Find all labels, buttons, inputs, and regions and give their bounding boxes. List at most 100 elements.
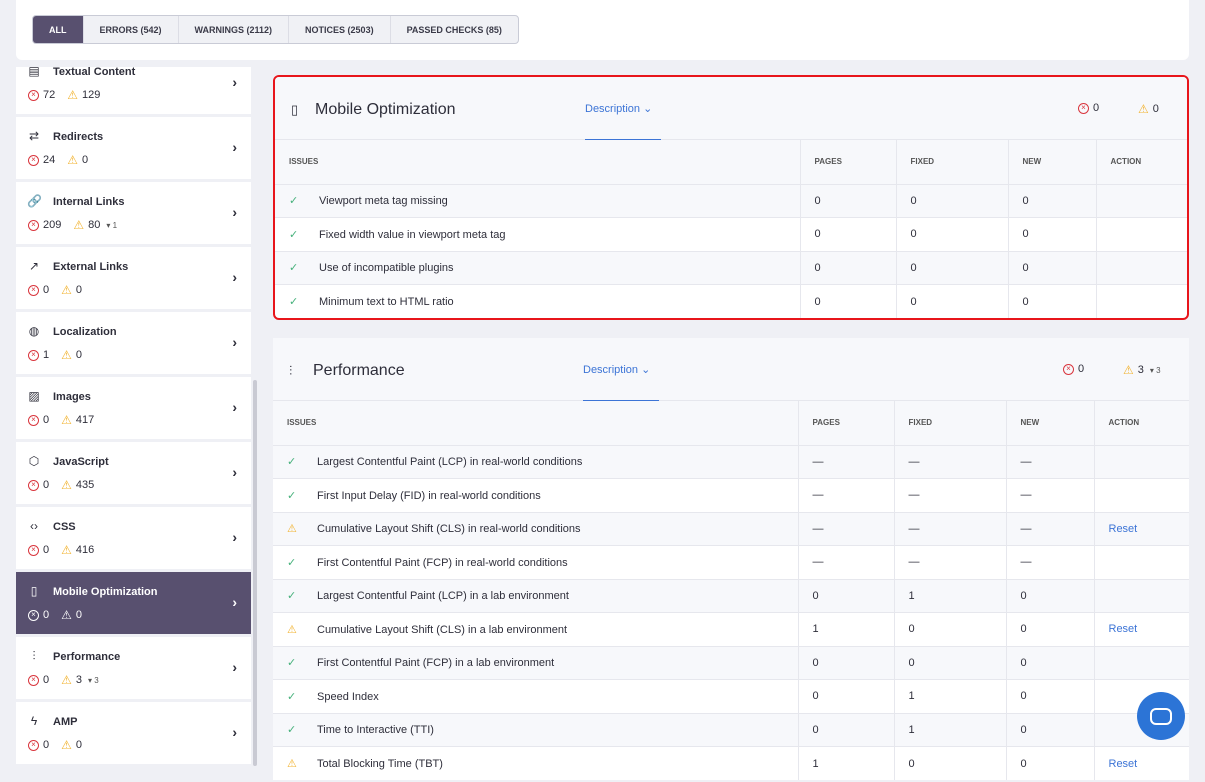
issue-name[interactable]: Speed Index [317,691,379,703]
chevron-right-icon: › [232,139,237,155]
check-circle-icon: ✓ [289,195,299,208]
issue-name[interactable]: First Contentful Paint (FCP) in real-wor… [317,557,568,569]
chevron-right-icon: › [232,334,237,350]
pages-cell: 1 [798,612,895,646]
check-circle-icon: ✓ [287,456,297,469]
reset-button[interactable]: Reset [1109,523,1138,535]
globe-icon: ◍ [28,324,40,338]
chevron-right-icon: › [232,464,237,480]
issue-name[interactable]: Minimum text to HTML ratio [319,296,454,308]
sidebar-item[interactable]: ◍ Localization × 1 ⚠ 0 › [16,312,251,374]
issue-name[interactable]: Largest Contentful Paint (LCP) in real-w… [317,456,582,468]
issue-name[interactable]: Viewport meta tag missing [319,195,448,207]
issue-name[interactable]: Use of incompatible plugins [319,262,454,274]
check-circle-icon: ✓ [287,556,297,569]
description-toggle[interactable]: Description ⌄ [583,363,650,376]
sidebar-item[interactable]: ϟ AMP × 0 ⚠ 0 › [16,702,251,764]
sidebar-item[interactable]: ⬡ JavaScript × 0 ⚠ 435 › [16,442,251,504]
description-label: Description [583,364,639,376]
new-cell: — [1006,511,1095,546]
chevron-right-icon: › [232,659,237,675]
warning-icon: ⚠ [287,623,297,636]
issue-name[interactable]: Total Blocking Time (TBT) [317,758,443,770]
column-header: FIXED [896,140,1009,184]
sidebar-item-label: Textual Content [53,67,136,78]
reset-button[interactable]: Reset [1109,758,1138,770]
delta-badge: ▾ 3 [1149,365,1161,375]
pages-cell: 0 [800,284,897,318]
column-header: NEW [1006,401,1095,445]
filter-tab[interactable]: WARNINGS (2112) [177,16,289,43]
check-circle-icon: ✓ [287,690,297,703]
new-cell: — [1006,545,1095,579]
filter-tab[interactable]: ALL [33,16,83,43]
fixed-cell: 0 [894,746,1007,780]
reset-button[interactable]: Reset [1109,623,1138,635]
new-cell: 0 [1006,679,1095,713]
error-icon: × [28,739,39,751]
check-circle-icon: ✓ [287,489,297,502]
column-header: PAGES [798,401,895,445]
table-row: ⚠ Cumulative Layout Shift (CLS) in a lab … [273,612,1189,646]
issue-name[interactable]: Cumulative Layout Shift (CLS) in a lab e… [317,624,567,636]
filter-tab[interactable]: NOTICES (2503) [288,16,390,43]
warning-icon: ⚠ [73,218,85,232]
table-row: ✓ Minimum text to HTML ratio 000 [275,284,1187,318]
table-row: ✓ Viewport meta tag missing 000 [275,183,1187,218]
fixed-cell: 1 [894,679,1007,713]
issue-name[interactable]: Largest Contentful Paint (LCP) in a lab … [317,590,569,602]
issue-name[interactable]: Fixed width value in viewport meta tag [319,229,505,241]
new-cell: 0 [1006,645,1095,680]
new-cell: 0 [1006,612,1095,646]
issues-table: ISSUES PAGES FIXED NEW ACTION ✓ Largest Conten… [273,401,1189,780]
error-count: 0 [43,544,50,556]
sidebar-scrollbar[interactable] [253,380,257,766]
issue-name[interactable]: Cumulative Layout Shift (CLS) in real-wo… [317,523,581,535]
warning-icon: ⚠ [67,153,79,167]
table-row: ✓ Speed Index 010 [273,679,1189,713]
warning-count: 0 [82,154,89,166]
chat-button[interactable] [1137,692,1185,740]
chevron-down-icon: ⌄ [641,364,651,376]
issue-name[interactable]: First Input Delay (FID) in real-world co… [317,490,541,502]
issue-name[interactable]: First Contentful Paint (FCP) in a lab en… [317,657,554,669]
warning-icon: ⚠ [67,88,79,102]
table-row: ⚠ Total Blocking Time (TBT) 100 Reset [273,746,1189,780]
check-circle-icon: ✓ [287,724,297,737]
filter-tab[interactable]: ERRORS (542) [82,16,178,43]
chat-icon [1150,707,1172,725]
new-cell: 0 [1008,250,1097,285]
warning-count: 3 [1137,364,1144,376]
category-sidebar: ▤ Textual Content × 72 ⚠ 129 › ⇄ Redirects… [16,67,258,767]
description-toggle[interactable]: Description ⌄ [585,102,652,115]
warning-count: 435 [75,479,95,491]
sidebar-item[interactable]: ▨ Images × 0 ⚠ 417 › [16,377,251,439]
error-count: 0 [43,739,50,751]
new-cell: 0 [1006,578,1095,613]
sidebar-item[interactable]: ▯ Mobile Optimization × 0 ⚠ 0 › [16,572,251,634]
warning-icon: ⚠ [1138,102,1149,116]
code-icon: ‹› [30,519,38,533]
chevron-right-icon: › [232,399,237,415]
warning-count: 416 [75,544,95,556]
description-underline [585,139,661,140]
pages-cell: — [798,511,895,546]
sidebar-item[interactable]: ⇄ Redirects × 24 ⚠ 0 › [16,117,251,179]
column-header: ISSUES [275,140,801,184]
sidebar-item[interactable]: ▤ Textual Content × 72 ⚠ 129 › [16,67,251,114]
chevron-right-icon: › [232,529,237,545]
issue-name[interactable]: Time to Interactive (TTI) [317,724,434,736]
sidebar-item[interactable]: ‹› CSS × 0 ⚠ 416 › [16,507,251,569]
warning-icon: ⚠ [1123,363,1134,377]
sidebar-item[interactable]: ⫶ Performance × 0 ⚠ 3 ▾ 3 › [16,637,251,699]
error-count: 0 [1093,102,1100,114]
error-icon: × [28,674,39,686]
sidebar-item[interactable]: ↗ External Links × 0 ⚠ 0 › [16,247,251,309]
sidebar-item[interactable]: 🔗 Internal Links × 209 ⚠ 80 ▾ 1 › [16,182,251,244]
error-count: 0 [43,674,50,686]
doc-icon: ▤ [28,67,40,78]
warning-icon: ⚠ [61,478,72,492]
chevron-right-icon: › [232,269,237,285]
error-icon: × [28,544,39,556]
filter-tab[interactable]: PASSED CHECKS (85) [389,16,518,43]
